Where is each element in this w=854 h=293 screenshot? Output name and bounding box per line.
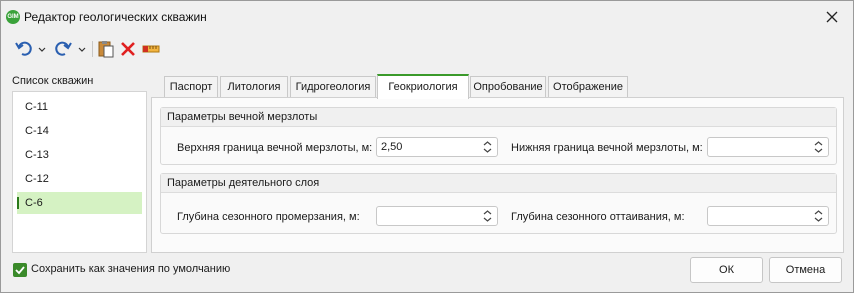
close-button[interactable] (821, 6, 843, 28)
tab-geocryology[interactable]: Геокриология (377, 74, 469, 99)
spin-arrows-icon (814, 210, 823, 222)
well-item[interactable]: С-12 (17, 168, 142, 190)
paste-button[interactable] (96, 38, 116, 60)
seasonal-freeze-label: Глубина сезонного промерзания, м: (177, 211, 360, 223)
ruler-icon (142, 45, 160, 53)
seasonal-thaw-input[interactable] (707, 206, 829, 226)
seasonal-thaw-label: Глубина сезонного оттаивания, м: (511, 211, 685, 223)
spin-arrows-icon (483, 210, 492, 222)
well-list-label: Список скважин (12, 75, 94, 87)
tab-hydrogeology[interactable]: Гидрогеология (290, 76, 376, 98)
upper-boundary-value: 2,50 (381, 141, 403, 153)
active-layer-group: Параметры деятельного слоя Глубина сезон… (160, 173, 837, 234)
well-item[interactable]: С-14 (17, 120, 142, 142)
tab-lithology[interactable]: Литология (220, 76, 288, 98)
upper-boundary-input[interactable]: 2,50 (376, 137, 498, 157)
well-list[interactable]: С-11 С-14 С-13 С-12 С-6 (12, 91, 147, 253)
delete-icon (121, 42, 135, 56)
seasonal-freeze-input[interactable] (376, 206, 498, 226)
checkmark-icon (15, 266, 25, 275)
save-default-label[interactable]: Сохранить как значения по умолчанию (31, 263, 230, 275)
chevron-down-icon (78, 47, 86, 52)
delete-button[interactable] (118, 38, 138, 60)
spin-arrows-icon (814, 141, 823, 153)
undo-button[interactable] (13, 38, 35, 60)
editor-window: GIM Редактор геологических скважин Списо… (0, 0, 854, 293)
undo-icon (15, 41, 32, 56)
spin-arrows-icon (483, 141, 492, 153)
title-bar: GIM Редактор геологических скважин (1, 1, 853, 33)
save-default-checkbox[interactable] (13, 263, 27, 277)
cancel-button[interactable]: Отмена (769, 257, 842, 283)
chevron-down-icon (38, 47, 46, 52)
lower-boundary-label: Нижняя граница вечной мерзлоты, м: (511, 142, 703, 154)
toolbar-separator (92, 41, 93, 57)
undo-dropdown[interactable] (36, 38, 48, 60)
tab-passport[interactable]: Паспорт (164, 76, 218, 98)
close-icon (826, 11, 838, 23)
active-layer-group-title: Параметры деятельного слоя (161, 174, 836, 193)
lower-boundary-input[interactable] (707, 137, 829, 157)
tab-sampling[interactable]: Опробование (470, 76, 546, 98)
redo-dropdown[interactable] (76, 38, 88, 60)
well-item[interactable]: С-11 (17, 96, 142, 118)
upper-boundary-label: Верхняя граница вечной мерзлоты, м: (177, 142, 373, 154)
permafrost-group: Параметры вечной мерзлоты Верхняя границ… (160, 107, 837, 165)
well-item[interactable]: С-13 (17, 144, 142, 166)
redo-button[interactable] (52, 38, 74, 60)
paste-icon (98, 41, 114, 58)
ruler-button[interactable] (140, 38, 162, 60)
permafrost-group-title: Параметры вечной мерзлоты (161, 108, 836, 127)
tab-display[interactable]: Отображение (548, 76, 628, 98)
window-title: Редактор геологических скважин (24, 10, 207, 24)
app-icon: GIM (6, 10, 20, 24)
redo-icon (55, 41, 72, 56)
well-item-selected[interactable]: С-6 (17, 192, 142, 214)
geocryology-panel: Параметры вечной мерзлоты Верхняя границ… (151, 97, 844, 253)
ok-button[interactable]: ОК (690, 257, 763, 283)
